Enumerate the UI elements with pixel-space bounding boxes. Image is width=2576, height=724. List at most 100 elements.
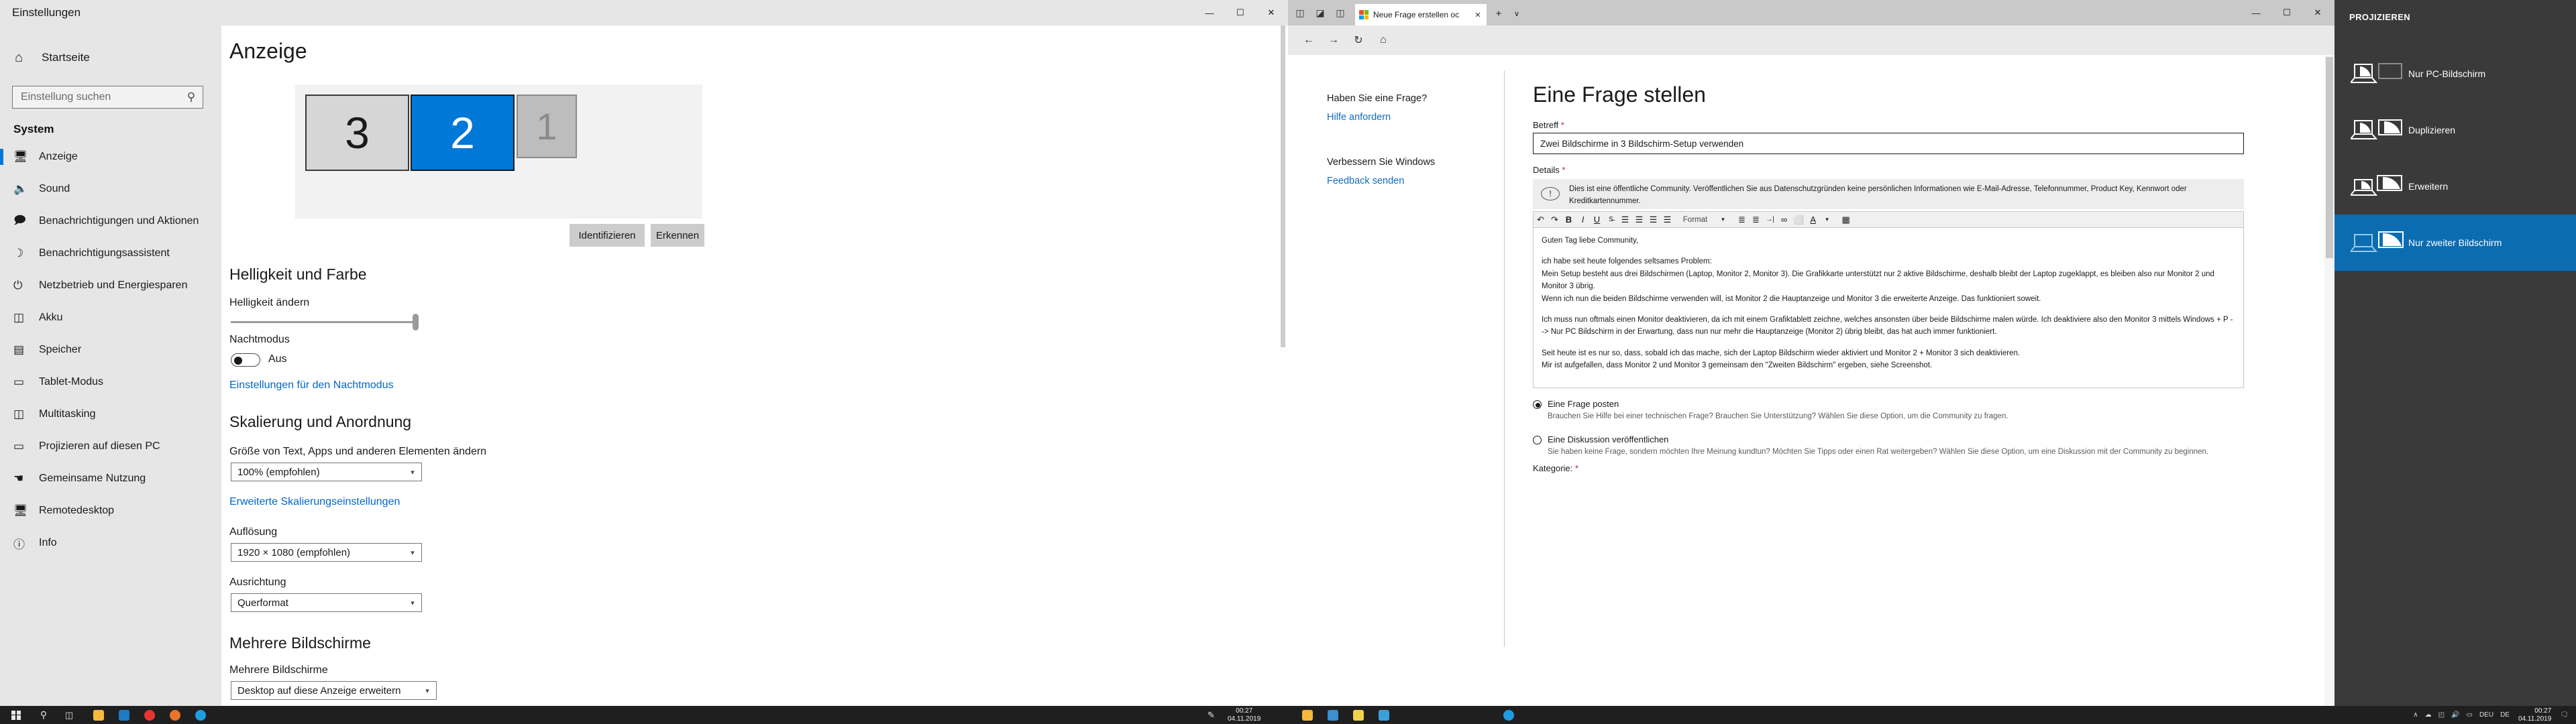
sidebar-item-multitasking[interactable]: ◫ Multitasking bbox=[0, 398, 221, 430]
taskbar-clock-secondary[interactable]: 00:27 04.11.2019 bbox=[1228, 707, 1260, 723]
subject-input[interactable] bbox=[1533, 133, 2244, 154]
home-button[interactable]: ⌂ bbox=[1375, 32, 1392, 48]
sidebar-item-gemeinsame-nutzung[interactable]: ☚ Gemeinsame Nutzung bbox=[0, 463, 221, 495]
underline-icon[interactable]: U bbox=[1590, 213, 1604, 227]
indent-icon[interactable]: →| bbox=[1763, 213, 1777, 227]
italic-icon[interactable]: I bbox=[1576, 213, 1590, 227]
advanced-scaling-link[interactable]: Erweiterte Skalierungseinstellungen bbox=[229, 496, 400, 508]
taskbar-mid-app-edge[interactable] bbox=[1496, 706, 1521, 724]
task-view-button[interactable]: ◫ bbox=[58, 706, 80, 724]
settings-minimize-button[interactable]: — bbox=[1194, 0, 1225, 25]
sidebar-item-netzbetrieb[interactable]: ⏻ Netzbetrieb und Energiesparen bbox=[0, 269, 221, 302]
browser-page-scrollbar[interactable] bbox=[2324, 56, 2334, 706]
browser-scrollbar-thumb[interactable] bbox=[2326, 57, 2333, 258]
sidebar-item-info[interactable]: ⓘ Info bbox=[0, 527, 221, 559]
taskbar-mid-app-sticky-notes[interactable] bbox=[1346, 706, 1371, 724]
onedrive-icon[interactable]: ☁ bbox=[2425, 711, 2432, 719]
search-input[interactable] bbox=[13, 91, 180, 103]
sidebar-item-speicher[interactable]: ▤ Speicher bbox=[0, 334, 221, 366]
project-option-extend[interactable]: Erweitern bbox=[2334, 158, 2576, 215]
taskbar-app-edge[interactable] bbox=[188, 706, 213, 724]
close-icon[interactable]: ✕ bbox=[1473, 11, 1483, 19]
forward-button[interactable]: → bbox=[1325, 32, 1342, 48]
radio-button-discussion[interactable] bbox=[1533, 436, 1542, 445]
radio-button-question[interactable] bbox=[1533, 400, 1542, 409]
bold-icon[interactable]: B bbox=[1562, 213, 1576, 227]
align-center-icon[interactable]: ☰ bbox=[1632, 213, 1646, 227]
settings-maximize-button[interactable]: ☐ bbox=[1225, 0, 1256, 25]
taskbar-clock[interactable]: 00:27 04.11.2019 bbox=[2518, 707, 2551, 723]
volume-icon[interactable]: 🔊 bbox=[2451, 711, 2459, 719]
network-icon[interactable]: ◰ bbox=[2438, 711, 2445, 719]
sidebar-item-tablet-modus[interactable]: ▭ Tablet-Modus bbox=[0, 366, 221, 398]
link-icon[interactable]: ∞ bbox=[1777, 213, 1791, 227]
pen-icon[interactable]: ✎ bbox=[1208, 710, 1215, 721]
display-thumbnail-3[interactable]: 3 bbox=[305, 95, 409, 171]
align-justify-icon[interactable]: ☰ bbox=[1660, 213, 1674, 227]
font-color-chevron-down-icon[interactable]: ▾ bbox=[1820, 213, 1834, 227]
sidebar-item-anzeige[interactable]: 🖥 Anzeige bbox=[0, 141, 221, 173]
keyboard-layout-indicator[interactable]: DE bbox=[2500, 711, 2510, 719]
table-icon[interactable]: ▦ bbox=[1839, 213, 1853, 227]
project-option-second-screen-only[interactable]: Nur zweiter Bildschirm bbox=[2334, 215, 2576, 271]
project-option-duplicate[interactable]: Duplizieren bbox=[2334, 102, 2576, 158]
taskbar-app-mail[interactable] bbox=[111, 706, 137, 724]
orientation-dropdown[interactable]: Querformat ▾ bbox=[231, 593, 422, 612]
taskbar-app-firefox[interactable] bbox=[162, 706, 188, 724]
bulleted-list-icon[interactable]: ≣ bbox=[1735, 213, 1749, 227]
taskbar-app-opera[interactable] bbox=[137, 706, 162, 724]
chevron-down-icon[interactable]: ∨ bbox=[1509, 6, 1524, 21]
restore-tabs-icon[interactable]: ◫ bbox=[1332, 5, 1348, 20]
display-arrangement-canvas[interactable]: 3 2 1 bbox=[295, 84, 702, 219]
sidebar-item-sound[interactable]: 🔈 Sound bbox=[0, 173, 221, 205]
settings-search-box[interactable]: ⚲ bbox=[12, 86, 203, 109]
refresh-button[interactable]: ↻ bbox=[1350, 32, 1367, 48]
taskbar-mid-app-photos[interactable] bbox=[1371, 706, 1397, 724]
action-center-icon[interactable]: 🗨 bbox=[2560, 711, 2569, 719]
start-button[interactable] bbox=[3, 706, 30, 724]
project-option-pc-only[interactable]: Nur PC-Bildschirm bbox=[2334, 46, 2576, 102]
nightmode-toggle[interactable] bbox=[231, 353, 260, 367]
settings-close-button[interactable]: ✕ bbox=[1256, 0, 1287, 25]
redo-icon[interactable]: ↷ bbox=[1548, 213, 1562, 227]
browser-maximize-button[interactable]: ☐ bbox=[2271, 0, 2302, 25]
new-tab-button[interactable]: + bbox=[1491, 6, 1507, 21]
sidebar-item-projizieren[interactable]: ▭ Projizieren auf diesen PC bbox=[0, 430, 221, 463]
nightmode-settings-link[interactable]: Einstellungen für den Nachtmodus bbox=[229, 379, 394, 391]
detect-button[interactable]: Erkennen bbox=[651, 224, 704, 247]
sidebar-item-benachrichtigungsassistent[interactable]: ☽ Benachrichtigungsassistent bbox=[0, 237, 221, 269]
scaling-size-dropdown[interactable]: 100% (empfohlen) ▾ bbox=[231, 463, 422, 481]
image-icon[interactable]: ⬜ bbox=[1791, 213, 1806, 227]
numbered-list-icon[interactable]: ≣ bbox=[1749, 213, 1763, 227]
align-left-icon[interactable]: ☰ bbox=[1618, 213, 1632, 227]
sidebar-item-remotedesktop[interactable]: 🖥 Remotedesktop bbox=[0, 495, 221, 527]
sidebar-item-benachrichtigungen[interactable]: 🗩 Benachrichtigungen und Aktionen bbox=[0, 205, 221, 237]
format-dropdown[interactable]: Format bbox=[1674, 213, 1716, 227]
font-color-icon[interactable]: A bbox=[1806, 213, 1820, 227]
browser-close-button[interactable]: ✕ bbox=[2302, 0, 2333, 25]
back-button[interactable]: ← bbox=[1300, 32, 1318, 48]
help-link[interactable]: Hilfe anfordern bbox=[1327, 112, 1391, 123]
display-thumbnail-1[interactable]: 1 bbox=[517, 95, 577, 158]
format-chevron-down-icon[interactable]: ▾ bbox=[1716, 213, 1730, 227]
set-aside-tabs-icon[interactable]: ◫ bbox=[1292, 5, 1308, 20]
taskbar-search-button[interactable]: ⚲ bbox=[32, 706, 55, 724]
browser-minimize-button[interactable]: — bbox=[2241, 0, 2271, 25]
align-right-icon[interactable]: ☰ bbox=[1646, 213, 1660, 227]
radio-option-question[interactable]: Eine Frage posten Brauchen Sie Hilfe bei… bbox=[1533, 399, 2244, 422]
brightness-slider-track[interactable] bbox=[231, 321, 419, 323]
identify-button[interactable]: Identifizieren bbox=[570, 224, 645, 247]
undo-icon[interactable]: ↶ bbox=[1534, 213, 1548, 227]
language-indicator[interactable]: DEU bbox=[2479, 711, 2493, 719]
settings-scrollbar-thumb[interactable] bbox=[1281, 25, 1285, 347]
strikethrough-icon[interactable]: S̶ bbox=[1604, 213, 1618, 227]
taskbar-app-file-explorer[interactable] bbox=[86, 706, 111, 724]
chevron-up-icon[interactable]: ∧ bbox=[2413, 711, 2418, 719]
display-thumbnail-2[interactable]: 2 bbox=[411, 95, 515, 171]
browser-tab[interactable]: Neue Frage erstellen oc ✕ bbox=[1355, 4, 1487, 25]
battery-icon[interactable]: ▭ bbox=[2467, 711, 2473, 719]
taskbar-mid-app-store[interactable] bbox=[1320, 706, 1346, 724]
multi-display-dropdown[interactable]: Desktop auf diese Anzeige erweitern ▾ bbox=[231, 681, 437, 700]
details-editor[interactable]: Guten Tag liebe Community, ich habe seit… bbox=[1533, 227, 2244, 388]
resolution-dropdown[interactable]: 1920 × 1080 (empfohlen) ▾ bbox=[231, 543, 422, 562]
